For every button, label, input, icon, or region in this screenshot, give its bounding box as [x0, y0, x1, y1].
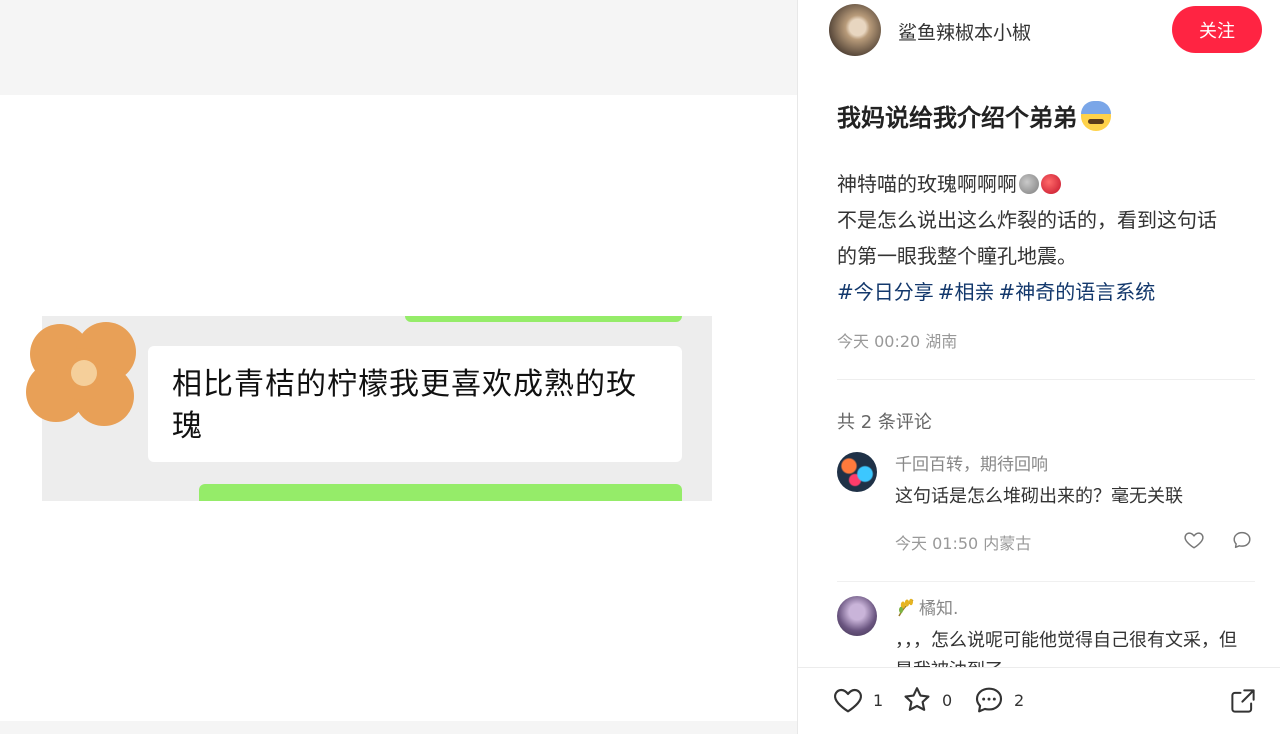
commenter-name[interactable]: 橘知. — [895, 594, 958, 619]
comment-count: 2 — [1014, 690, 1025, 710]
heart-icon — [834, 688, 862, 713]
rose-emoji-icon — [1041, 174, 1061, 194]
hashtag-link[interactable]: #神奇的语言系统 — [999, 280, 1156, 304]
post-body: 神特喵的玫瑰啊啊啊 不是怎么说出这么炸裂的话的，看到这句话 的第一眼我整个瞳孔地… — [837, 166, 1257, 310]
post-title: 我妈说给我介绍个弟弟 — [837, 98, 1111, 133]
stone-emoji-icon — [1019, 174, 1039, 194]
rice-stalk-icon — [898, 598, 914, 616]
comment-meta: 今天 01:50 内蒙古 — [895, 534, 1032, 553]
like-count: 1 — [873, 690, 884, 710]
author-avatar[interactable] — [829, 4, 881, 56]
post-body-line-1-text: 神特喵的玫瑰啊啊啊 — [837, 172, 1017, 196]
post-body-line-2: 不是怎么说出这么炸裂的话的，看到这句话 — [837, 208, 1217, 232]
flower-avatar-sticker — [26, 322, 136, 426]
hashtag-link[interactable]: #今日分享 — [837, 280, 934, 304]
anxious-sweat-emoji-icon — [1081, 100, 1111, 131]
commenter-name[interactable]: 千回百转，期待回响 — [895, 450, 1048, 475]
author-name[interactable]: 鲨鱼辣椒本小椒 — [898, 18, 1031, 45]
comment-text: ，，，怎么说呢可能他觉得自己很有文采，但是我被油到了 — [895, 630, 1237, 667]
comments-header: 共 2 条评论 — [837, 412, 932, 433]
comment-like-icon[interactable] — [1183, 529, 1205, 551]
post-scroll-area[interactable]: 我妈说给我介绍个弟弟 神特喵的玫瑰啊啊啊 不是怎么说出这么炸裂的话的，看到这句话… — [798, 70, 1280, 667]
hashtag-list: #今日分享 #相亲 #神奇的语言系统 — [837, 274, 1257, 310]
divider — [837, 379, 1255, 380]
share-icon — [1231, 689, 1255, 713]
post-meta: 今天 00:20 湖南 — [837, 332, 958, 351]
commenter-avatar[interactable] — [837, 596, 877, 636]
comment-item: 橘知. ，，，怎么说呢可能他觉得自己很有文采，但是我被油到了 — [837, 592, 1255, 667]
collect-button[interactable]: 0 — [900, 684, 952, 716]
engagement-bar: 1 0 2 — [798, 667, 1280, 735]
star-icon — [904, 687, 930, 711]
image-viewer: 相比青桔的柠檬我更喜欢成熟的玫瑰 — [0, 0, 797, 734]
chat-screenshot: 相比青桔的柠檬我更喜欢成熟的玫瑰 — [42, 316, 712, 501]
comment-item: 千回百转，期待回响 这句话是怎么堆砌出来的？毫无关联 今天 01:50 内蒙古 — [837, 448, 1255, 582]
chat-bubble-message: 相比青桔的柠檬我更喜欢成熟的玫瑰 — [148, 346, 682, 462]
star-count: 0 — [942, 690, 953, 710]
post-body-line-3: 的第一眼我整个瞳孔地震。 — [837, 244, 1077, 268]
commenter-name-text: 橘知. — [919, 599, 959, 619]
like-button[interactable]: 1 — [831, 684, 883, 716]
comment-reply-icon[interactable] — [1231, 529, 1253, 551]
share-button[interactable] — [1228, 686, 1258, 716]
commenter-avatar[interactable] — [837, 452, 877, 492]
comment-bubble-icon — [975, 687, 1003, 713]
follow-button[interactable]: 关注 — [1172, 6, 1262, 53]
post-title-text: 我妈说给我介绍个弟弟 — [837, 104, 1077, 132]
commenter-name-text: 千回百转，期待回响 — [895, 455, 1048, 475]
chat-bubble-green-bottom — [199, 484, 682, 501]
post-body-line-1: 神特喵的玫瑰啊啊啊 — [837, 166, 1257, 202]
chat-bubble-green-top — [405, 316, 682, 322]
post-detail-panel: 鲨鱼辣椒本小椒 关注 我妈说给我介绍个弟弟 神特喵的玫瑰啊啊啊 不是怎么说出这么… — [797, 0, 1280, 735]
comment-button[interactable]: 2 — [972, 684, 1024, 716]
hashtag-link[interactable]: #相亲 — [938, 280, 995, 304]
comment-text: 这句话是怎么堆砌出来的？毫无关联 — [895, 486, 1183, 507]
